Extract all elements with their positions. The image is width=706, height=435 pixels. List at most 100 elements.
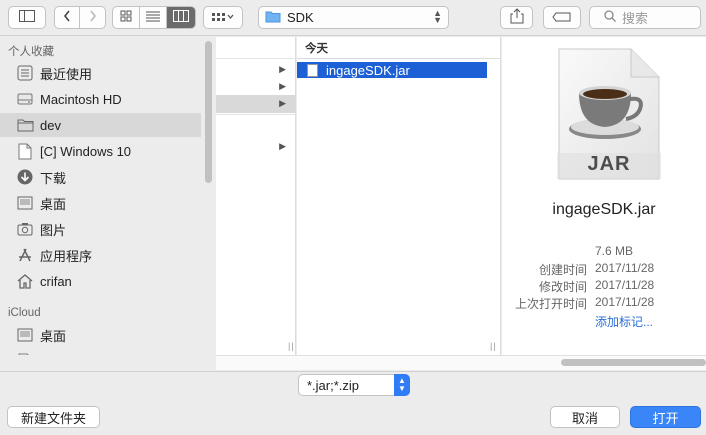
group-grid-icon (211, 10, 235, 25)
back-button[interactable] (55, 7, 80, 28)
file-name: ingageSDK.jar (326, 62, 410, 78)
sidebar-item-label: [C] Windows 10 (40, 143, 132, 159)
documents-icon (16, 352, 34, 355)
sidebar-item-label: 桌面 (40, 328, 67, 344)
created-value: 2017/11/28 (595, 261, 655, 275)
file-type-filter-value: *.jar;*.zip (307, 377, 360, 393)
section-header-today: 今天 (297, 37, 501, 59)
chevron-right-icon (89, 10, 97, 25)
tag-button[interactable] (543, 6, 581, 29)
file-row-selected[interactable]: ingageSDK.jar (297, 62, 487, 78)
desktop-icon (16, 194, 34, 212)
column-view-button[interactable] (167, 7, 195, 28)
last-opened-label: 上次打开时间 (514, 297, 587, 311)
chevron-left-icon (63, 10, 71, 25)
sidebar-item-label: 图片 (40, 222, 67, 238)
sidebar-item-home[interactable]: crifan (0, 269, 201, 293)
search-placeholder: 搜索 (622, 11, 649, 26)
sidebar-item-label: 文稿 (40, 352, 66, 356)
sidebar-item-dev[interactable]: dev (0, 113, 201, 137)
preview-file-name: ingageSDK.jar (552, 201, 656, 218)
browser-column-1: ▶ ▶ ▶ ▶ (216, 37, 296, 355)
column-resize-handle[interactable]: || (490, 341, 497, 351)
share-button[interactable] (500, 6, 533, 29)
file-type-filter-select[interactable]: *.jar;*.zip ▲ ▼ (298, 374, 410, 396)
grid-icon (120, 10, 132, 25)
icon-view-button[interactable] (113, 7, 140, 28)
updown-icon: ▲ ▼ (433, 8, 442, 25)
sidebar-item-macintosh-hd[interactable]: Macintosh HD (0, 87, 201, 111)
folder-icon (16, 116, 34, 134)
file-metadata: 7.6 MB 创建时间 2017/11/28 修改时间 2017/11/28 上… (502, 242, 706, 342)
open-button[interactable]: 打开 (630, 406, 701, 428)
created-label: 创建时间 (538, 263, 587, 277)
bottom-bar: *.jar;*.zip ▲ ▼ 新建文件夹 取消 打开 (0, 371, 706, 435)
updown-icon: ▲ ▼ (394, 374, 410, 396)
search-icon (604, 10, 616, 25)
column-separator (216, 97, 296, 115)
sidebar-item-desktop[interactable]: 桌面 (0, 191, 201, 215)
applications-icon (16, 246, 34, 264)
modified-label: 修改时间 (538, 280, 587, 294)
group-menu-button[interactable] (203, 6, 243, 29)
sidebar-toggle-button[interactable] (8, 6, 46, 29)
camera-icon (16, 220, 34, 238)
horizontal-scrollbar[interactable] (561, 359, 706, 366)
add-tags-link[interactable]: 添加标记... (595, 313, 653, 330)
jar-badge: JAR (587, 153, 631, 175)
column-row (216, 37, 296, 59)
jar-file-icon (307, 63, 318, 77)
cancel-button[interactable]: 取消 (550, 406, 620, 428)
disclosure-arrow-icon: ▶ (279, 81, 286, 91)
sidebar-item-downloads[interactable]: 下载 (0, 165, 201, 189)
file-size: 7.6 MB (595, 244, 634, 258)
share-icon (510, 8, 524, 27)
favorites-header: 个人收藏 (8, 46, 54, 58)
sidebar-item-label: 最近使用 (40, 66, 93, 82)
home-icon (16, 272, 34, 290)
sidebar-item-label: Macintosh HD (40, 91, 122, 107)
sidebar-item-label: 桌面 (40, 196, 67, 212)
tag-icon (552, 10, 572, 25)
location-popup[interactable]: SDK ▲ ▼ (258, 6, 449, 29)
search-field[interactable]: 搜索 (589, 6, 701, 29)
disclosure-arrow-icon: ▶ (279, 141, 286, 151)
sidebar-item-label: crifan (40, 273, 72, 289)
sidebar-icon (19, 10, 35, 25)
disclosure-arrow-icon: ▶ (279, 64, 286, 74)
sidebar-item-label: 下载 (40, 170, 67, 186)
hard-drive-icon (16, 90, 34, 108)
columns-icon (173, 10, 189, 25)
column-row[interactable]: ▶ (216, 78, 296, 96)
sidebar-scrollbar[interactable] (205, 41, 212, 183)
folder-icon (265, 10, 281, 26)
toolbar: SDK ▲ ▼ 搜索 (0, 0, 706, 36)
modified-value: 2017/11/28 (595, 278, 655, 292)
sidebar-item-pictures[interactable]: 图片 (0, 217, 201, 241)
last-opened-value: 2017/11/28 (595, 295, 655, 309)
list-icon (146, 10, 160, 25)
forward-button[interactable] (80, 7, 105, 28)
view-mode-control (112, 6, 196, 29)
sidebar-item-icloud-documents[interactable]: 文稿 (0, 349, 201, 355)
sidebar-item-label: dev (40, 117, 61, 133)
downloads-icon (16, 168, 34, 186)
sidebar-item-icloud-desktop[interactable]: 桌面 (0, 323, 201, 347)
back-forward-control (54, 6, 106, 29)
list-view-button[interactable] (140, 7, 167, 28)
column-resize-handle[interactable]: || (288, 341, 295, 351)
preview-pane: JAR ingageSDK.jar 7.6 MB 创建时间 2017/11/28… (502, 37, 706, 355)
icloud-header: iCloud (8, 307, 41, 319)
location-label: SDK (287, 10, 314, 25)
desktop-icon (16, 326, 34, 344)
recents-icon (16, 64, 34, 82)
sidebar-item-applications[interactable]: 应用程序 (0, 243, 201, 267)
new-folder-button[interactable]: 新建文件夹 (7, 406, 100, 428)
sidebar-item-windows[interactable]: [C] Windows 10 (0, 139, 201, 163)
sidebar-item-label: 应用程序 (40, 248, 93, 264)
sidebar-item-recents[interactable]: 最近使用 (0, 61, 201, 85)
column-row[interactable]: ▶ (216, 138, 296, 156)
sidebar: 个人收藏 最近使用 Macintosh HD dev [C] Windows 1… (0, 37, 216, 355)
document-icon (16, 142, 34, 160)
column-row[interactable]: ▶ (216, 61, 296, 79)
